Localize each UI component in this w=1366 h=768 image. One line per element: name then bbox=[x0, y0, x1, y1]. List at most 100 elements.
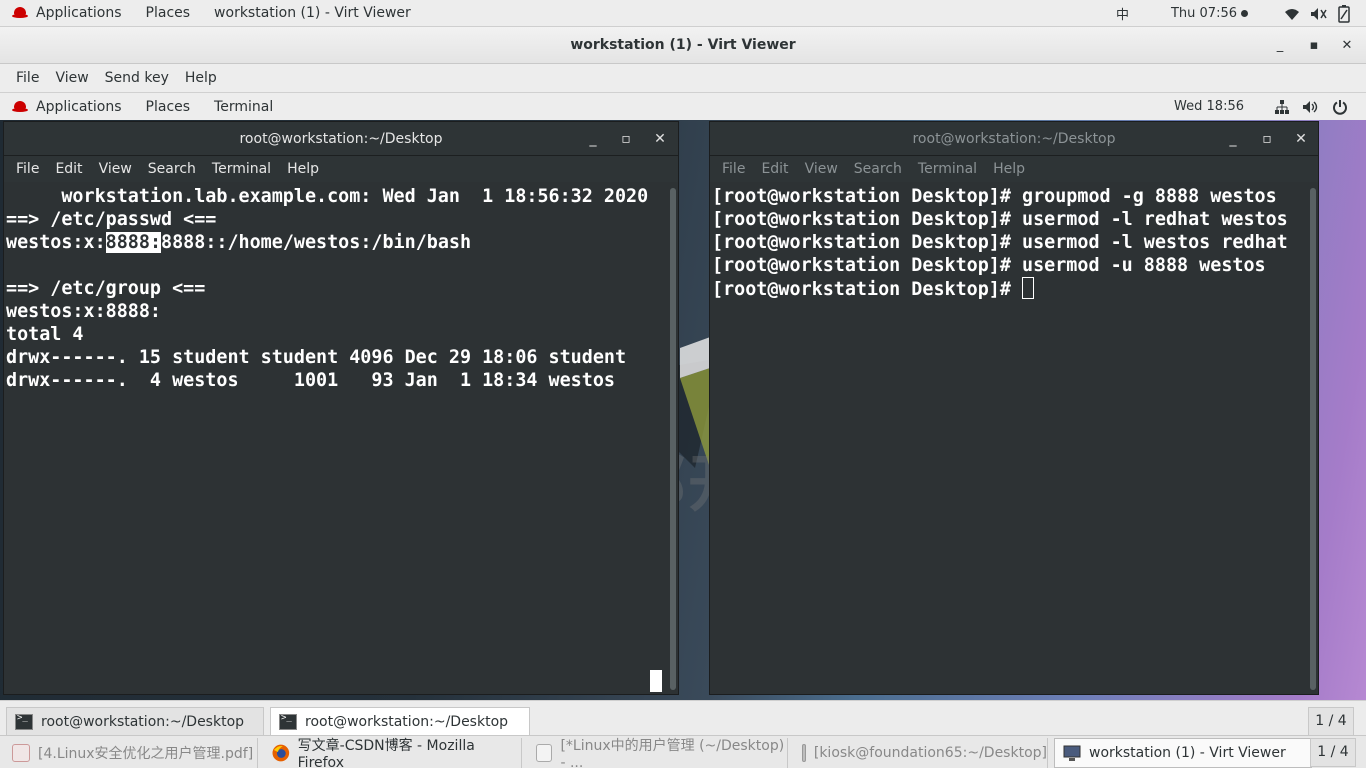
menu-help[interactable]: Help bbox=[177, 70, 225, 86]
terminal-menu-view[interactable]: View bbox=[91, 161, 140, 177]
host-task-label: 写文章-CSDN博客 - Mozilla Firefox bbox=[297, 738, 475, 768]
power-icon[interactable] bbox=[1332, 99, 1348, 115]
scrollbar-thumb[interactable] bbox=[670, 188, 676, 690]
minimize-button[interactable]: _ bbox=[1269, 35, 1291, 57]
terminal-close-button[interactable]: ✕ bbox=[1290, 122, 1312, 156]
host-task-virt-viewer[interactable]: workstation (1) - Virt Viewer bbox=[1054, 738, 1312, 768]
guest-places-menu[interactable]: Places bbox=[134, 93, 203, 120]
text-editor-icon bbox=[536, 744, 553, 762]
terminal-menu-edit[interactable]: Edit bbox=[753, 161, 796, 177]
host-task-label: [kiosk@foundation65:~/Desktop] bbox=[813, 745, 1047, 761]
host-clock[interactable]: Thu 07:56 bbox=[1165, 6, 1254, 21]
terminal-menu-terminal[interactable]: Terminal bbox=[910, 161, 985, 177]
host-active-window-menu[interactable]: workstation (1) - Virt Viewer bbox=[202, 0, 423, 27]
virt-viewer-title: workstation (1) - Virt Viewer bbox=[570, 37, 796, 53]
host-task-terminal[interactable]: [kiosk@foundation65:~/Desktop] bbox=[794, 738, 1048, 768]
terminal-title-left: root@workstation:~/Desktop bbox=[239, 131, 443, 147]
host-applications-label: Applications bbox=[36, 5, 122, 21]
terminal-menu-edit[interactable]: Edit bbox=[47, 161, 90, 177]
terminal-line: westos:x:8888: bbox=[6, 301, 162, 322]
menu-file[interactable]: File bbox=[8, 70, 47, 86]
host-applications-menu[interactable]: Applications bbox=[0, 0, 134, 27]
terminal-icon bbox=[15, 713, 33, 730]
input-method-indicator[interactable]: 中 bbox=[1110, 4, 1135, 23]
terminal-output-right[interactable]: [root@workstation Desktop]# groupmod -g … bbox=[710, 182, 1304, 694]
guest-display[interactable]: Applications Places Terminal Wed 18:56 西… bbox=[0, 93, 1366, 740]
terminal-title-right: root@workstation:~/Desktop bbox=[912, 131, 1116, 147]
terminal-menu-view[interactable]: View bbox=[797, 161, 846, 177]
terminal-titlebar-right: root@workstation:~/Desktop _ ▫ ✕ bbox=[710, 122, 1318, 156]
guest-clock[interactable]: Wed 18:56 bbox=[1168, 99, 1250, 114]
guest-task-terminal-1[interactable]: root@workstation:~/Desktop bbox=[6, 707, 264, 736]
terminal-minimize-button[interactable]: _ bbox=[1222, 122, 1244, 156]
virt-viewer-titlebar: workstation (1) - Virt Viewer _ ▪ ✕ bbox=[0, 27, 1366, 64]
terminal-close-button[interactable]: ✕ bbox=[649, 122, 671, 156]
terminal-window-left[interactable]: root@workstation:~/Desktop _ ▫ ✕ File Ed… bbox=[3, 121, 679, 695]
volume-icon[interactable] bbox=[1310, 7, 1328, 21]
pdf-icon bbox=[12, 744, 30, 762]
menu-view[interactable]: View bbox=[47, 70, 96, 86]
terminal-line: ==> /etc/passwd <== bbox=[6, 209, 217, 230]
host-task-firefox[interactable]: 写文章-CSDN博客 - Mozilla Firefox bbox=[264, 738, 522, 768]
terminal-menu-help[interactable]: Help bbox=[279, 161, 327, 177]
firefox-icon bbox=[272, 744, 290, 762]
host-task-label: workstation (1) - Virt Viewer bbox=[1089, 745, 1286, 761]
terminal-maximize-button[interactable]: ▫ bbox=[1256, 122, 1278, 156]
terminal-titlebar-left: root@workstation:~/Desktop _ ▫ ✕ bbox=[4, 122, 678, 156]
terminal-menu-file[interactable]: File bbox=[8, 161, 47, 177]
guest-applications-label: Applications bbox=[36, 98, 122, 115]
guest-task-label: root@workstation:~/Desktop bbox=[41, 713, 245, 730]
maximize-button[interactable]: ▪ bbox=[1303, 35, 1325, 57]
terminal-menu-search[interactable]: Search bbox=[140, 161, 204, 177]
terminal-icon bbox=[279, 713, 297, 730]
guest-applications-menu[interactable]: Applications bbox=[0, 93, 134, 120]
host-clock-text: Thu 07:56 bbox=[1170, 6, 1237, 21]
terminal-scrollbar-right[interactable] bbox=[1310, 188, 1316, 690]
terminal-window-right[interactable]: root@workstation:~/Desktop _ ▫ ✕ File Ed… bbox=[709, 121, 1319, 695]
close-button[interactable]: ✕ bbox=[1336, 35, 1358, 57]
passwd-prefix: westos:x: bbox=[6, 232, 106, 253]
wifi-icon[interactable] bbox=[1284, 7, 1300, 21]
host-top-bar: Applications Places workstation (1) - Vi… bbox=[0, 0, 1366, 27]
terminal-menu-help[interactable]: Help bbox=[985, 161, 1033, 177]
battery-icon[interactable] bbox=[1338, 4, 1350, 23]
redhat-icon bbox=[12, 7, 28, 19]
terminal-cursor-left bbox=[650, 670, 662, 692]
terminal-icon bbox=[802, 744, 806, 762]
virt-viewer-menubar: File View Send key Help bbox=[0, 64, 1366, 93]
guest-task-terminal-2[interactable]: root@workstation:~/Desktop bbox=[270, 707, 530, 736]
host-taskbar: [4.Linux安全优化之用户管理.pdf] 写文章-CSDN博客 - Mozi… bbox=[0, 735, 1366, 768]
guest-volume-icon[interactable] bbox=[1302, 100, 1320, 114]
terminal-scrollbar-left[interactable] bbox=[670, 188, 676, 690]
terminal-line: workstation.lab.example.com: Wed Jan 1 1… bbox=[6, 186, 649, 207]
guest-workspace-pager[interactable]: 1 / 4 bbox=[1308, 707, 1354, 736]
terminal-line: [root@workstation Desktop]# usermod -l r… bbox=[712, 209, 1288, 230]
host-workspace-pager[interactable]: 1 / 4 bbox=[1310, 738, 1356, 767]
menu-send-key[interactable]: Send key bbox=[97, 70, 177, 86]
network-icon[interactable] bbox=[1274, 99, 1290, 115]
terminal-minimize-button[interactable]: _ bbox=[582, 122, 604, 156]
host-task-label: [*Linux中的用户管理 (~/Desktop) - ... bbox=[560, 738, 785, 768]
guest-task-label: root@workstation:~/Desktop bbox=[305, 713, 509, 730]
terminal-line: drwx------. 4 westos 1001 93 Jan 1 18:34… bbox=[6, 370, 615, 391]
terminal-line: [root@workstation Desktop]# usermod -l w… bbox=[712, 232, 1288, 253]
terminal-line: ==> /etc/group <== bbox=[6, 278, 206, 299]
passwd-rest: 8888::/home/westos:/bin/bash bbox=[161, 232, 472, 253]
terminal-menu-file[interactable]: File bbox=[714, 161, 753, 177]
host-places-menu[interactable]: Places bbox=[134, 0, 203, 27]
terminal-prompt-line: [root@workstation Desktop]# bbox=[712, 277, 1304, 301]
host-task-pdf[interactable]: [4.Linux安全优化之用户管理.pdf] bbox=[4, 738, 258, 768]
terminal-output-left[interactable]: workstation.lab.example.com: Wed Jan 1 1… bbox=[4, 182, 664, 694]
terminal-menubar-right: File Edit View Search Terminal Help bbox=[710, 156, 1318, 182]
terminal-line: [root@workstation Desktop]# groupmod -g … bbox=[712, 186, 1277, 207]
guest-top-bar: Applications Places Terminal Wed 18:56 bbox=[0, 93, 1366, 120]
guest-terminal-menu[interactable]: Terminal bbox=[202, 93, 285, 120]
terminal-maximize-button[interactable]: ▫ bbox=[615, 122, 637, 156]
terminal-cursor-right bbox=[1022, 277, 1035, 299]
host-task-editor[interactable]: [*Linux中的用户管理 (~/Desktop) - ... bbox=[528, 738, 788, 768]
scrollbar-thumb[interactable] bbox=[1310, 188, 1316, 690]
terminal-line-passwd: westos:x:8888:8888::/home/westos:/bin/ba… bbox=[6, 231, 664, 254]
terminal-menu-search[interactable]: Search bbox=[846, 161, 910, 177]
terminal-menu-terminal[interactable]: Terminal bbox=[204, 161, 279, 177]
